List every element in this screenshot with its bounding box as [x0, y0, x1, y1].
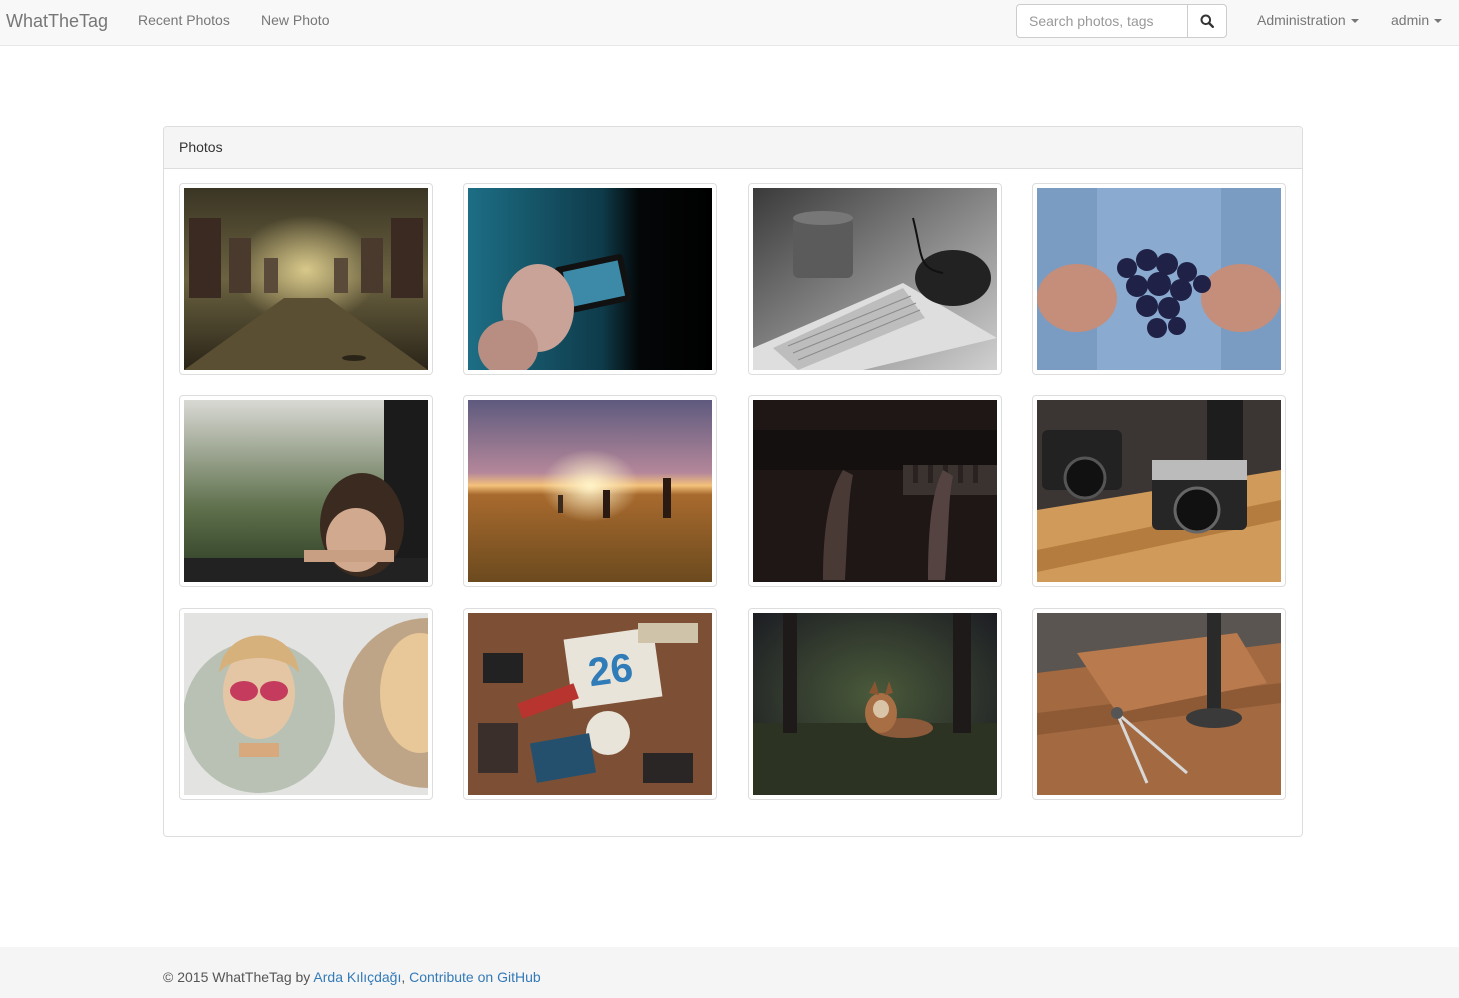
photo-image [1037, 613, 1281, 795]
photo-thumbnail[interactable] [748, 395, 1002, 587]
svg-text:26: 26 [585, 645, 635, 695]
chevron-down-icon [1350, 19, 1359, 24]
photos-panel: Photos 26 [163, 126, 1303, 837]
panel-title: Photos [164, 127, 1302, 169]
photo-image [1037, 400, 1281, 582]
photo-thumbnail[interactable] [748, 183, 1002, 375]
administration-dropdown[interactable]: Administration [1257, 12, 1359, 28]
footer-separator: , [401, 969, 410, 985]
photo-thumbnail[interactable] [1032, 183, 1286, 375]
github-link[interactable]: Contribute on GitHub [409, 969, 541, 985]
photo-image [468, 400, 712, 582]
photo-image [1037, 188, 1281, 370]
photo-image [753, 613, 997, 795]
photo-thumbnail[interactable] [463, 395, 717, 587]
search-icon [1200, 14, 1214, 28]
photo-thumbnail[interactable] [179, 395, 433, 587]
photo-image [184, 188, 428, 370]
photo-image: 26 [468, 613, 712, 795]
photo-thumbnail[interactable] [1032, 395, 1286, 587]
user-dropdown[interactable]: admin [1391, 12, 1443, 28]
photo-thumbnail[interactable] [179, 608, 433, 800]
copyright-text: © 2015 WhatTheTag by [163, 969, 314, 985]
photo-thumbnail[interactable] [179, 183, 433, 375]
administration-label: Administration [1257, 12, 1346, 28]
photo-image [753, 400, 997, 582]
photo-image [184, 400, 428, 582]
user-label: admin [1391, 12, 1430, 28]
photo-image [468, 188, 712, 370]
page-footer: © 2015 WhatTheTag by Arda Kılıçdağı, Con… [0, 947, 1459, 998]
nav-new-photo[interactable]: New Photo [261, 12, 329, 28]
brand-logo-link[interactable]: WhatTheTag [6, 11, 108, 31]
author-link[interactable]: Arda Kılıçdağı [313, 969, 401, 985]
photo-thumbnail[interactable] [1032, 608, 1286, 800]
search-button[interactable] [1187, 4, 1227, 38]
photo-image [184, 613, 428, 795]
chevron-down-icon [1434, 19, 1443, 24]
photo-thumbnail[interactable] [748, 608, 1002, 800]
photo-image [753, 188, 997, 370]
footer-text: © 2015 WhatTheTag by Arda Kılıçdağı, Con… [163, 969, 541, 985]
top-navbar: WhatTheTag Recent Photos New Photo Admin… [0, 0, 1459, 46]
photo-thumbnail[interactable] [463, 183, 717, 375]
nav-recent-photos[interactable]: Recent Photos [138, 12, 230, 28]
photo-thumbnail[interactable]: 26 [463, 608, 717, 800]
search-input[interactable] [1016, 4, 1188, 38]
